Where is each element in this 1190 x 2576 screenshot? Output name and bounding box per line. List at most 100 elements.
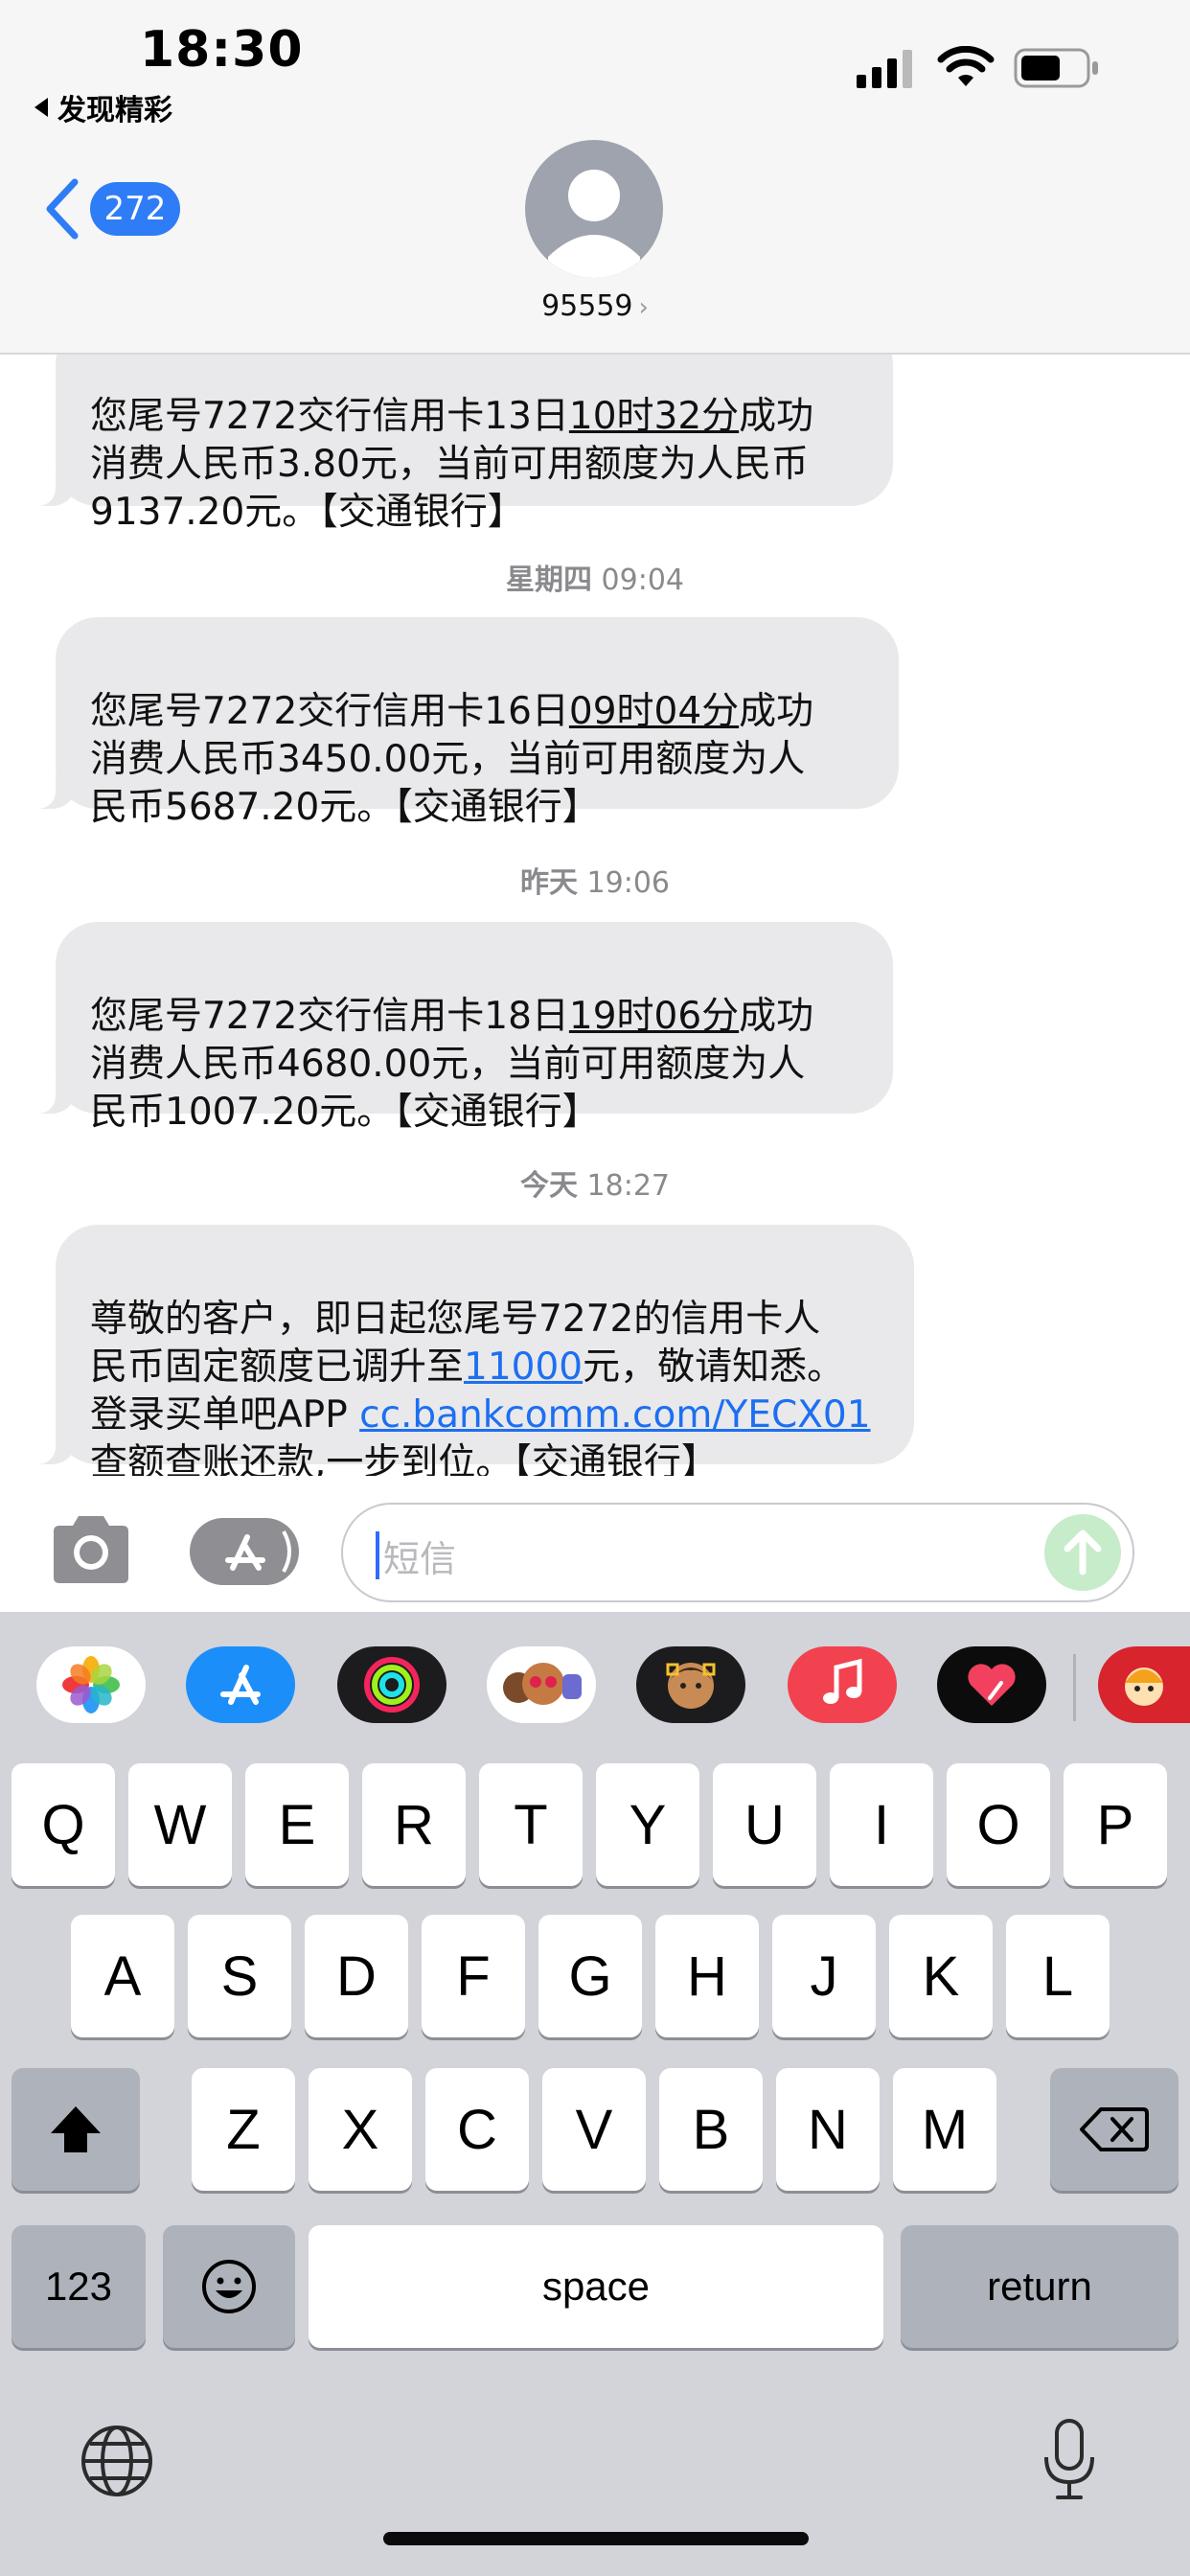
app-drawer-divider [1073,1654,1076,1721]
timestamp-time: 18:27 [578,1169,670,1203]
sticker-app-button[interactable] [1098,1646,1190,1723]
status-time: 18:30 [140,21,304,79]
key-b[interactable]: B [659,2068,763,2191]
message-input[interactable]: 短信 [341,1503,1134,1602]
key-a[interactable]: A [71,1915,174,2037]
message-4-line2-post: 元，敬请知悉。 [583,1346,845,1389]
key-m[interactable]: M [893,2068,996,2191]
key-q[interactable]: Q [11,1763,115,1886]
key-j[interactable]: J [772,1915,876,2037]
message-4-line4: 查额查账还款,一步到位。【交通银行】 [90,1441,719,1476]
key-l[interactable]: L [1006,1915,1110,2037]
message-bubble-2[interactable]: 您尾号7272交行信用卡16日09时04分成功 消费人民币3450.00元，当前… [29,617,899,829]
wifi-icon [937,46,995,86]
app-store-app-button[interactable] [186,1646,295,1723]
timestamp-2: 昨天 19:06 [0,859,1190,901]
app-store-button[interactable] [190,1518,299,1585]
key-o[interactable]: O [947,1763,1050,1886]
key-t[interactable]: T [479,1763,583,1886]
microphone-icon[interactable] [1039,2417,1100,2503]
chevron-left-icon [46,178,79,240]
contact-avatar[interactable] [525,140,663,278]
contact-name-button[interactable]: 95559 › [0,289,1190,323]
back-button[interactable]: 272 [44,178,180,240]
globe-icon[interactable] [79,2423,155,2499]
shift-key[interactable] [11,2068,140,2191]
key-p[interactable]: P [1064,1763,1167,1886]
message-2-line1-post: 成功 [739,690,814,733]
key-n[interactable]: N [776,2068,880,2191]
delete-key[interactable] [1050,2068,1179,2191]
keyboard: QWERTYUIOP ASDFGHJKL ZXCVBNM 123 space r… [0,1612,1190,2576]
message-1-rest: 消费人民币3.80元，当前可用额度为人民币 9137.20元。【交通银行】 [90,443,809,534]
conversation-header: 18:30 发现精彩 272 95559 › [0,0,1190,355]
back-to-app-button[interactable]: 发现精彩 [34,86,172,128]
timestamp-3: 今天 18:27 [0,1162,1190,1204]
key-w[interactable]: W [128,1763,232,1886]
return-key[interactable]: return [901,2225,1179,2348]
key-x[interactable]: X [309,2068,412,2191]
message-bubble-4[interactable]: 尊敬的客户，即日起您尾号7272的信用卡人 民币固定额度已调升至11000元，敬… [29,1225,914,1476]
timestamp-day: 今天 [520,1169,578,1203]
app-store-icon [225,1530,291,1573]
timestamp-day: 昨天 [520,866,578,900]
home-indicator[interactable] [383,2532,809,2545]
key-z[interactable]: Z [192,2068,295,2191]
delete-backspace-icon [1080,2107,1149,2151]
photos-app-button[interactable] [36,1646,146,1723]
animoji-app-button[interactable] [636,1646,745,1723]
message-1-time-link[interactable]: 10时32分 [569,395,739,438]
message-1-line1-post: 成功 [739,395,814,438]
numbers-key[interactable]: 123 [11,2225,146,2348]
amount-link[interactable]: 11000 [464,1346,583,1389]
timestamp-day: 星期四 [506,564,592,597]
url-link[interactable]: cc.bankcomm.com/YECX01 [359,1393,870,1437]
message-2-time-link[interactable]: 09时04分 [569,690,739,733]
key-f[interactable]: F [422,1915,525,2037]
digital-touch-icon [968,1664,1016,1706]
key-y[interactable]: Y [596,1763,699,1886]
key-e[interactable]: E [245,1763,349,1886]
message-4-line1: 尊敬的客户，即日起您尾号7272的信用卡人 [90,1298,821,1341]
key-h[interactable]: H [655,1915,759,2037]
key-r[interactable]: R [362,1763,466,1886]
unread-count-badge: 272 [90,182,180,236]
space-key[interactable]: space [309,2225,883,2348]
key-c[interactable]: C [425,2068,529,2191]
key-u[interactable]: U [713,1763,816,1886]
message-bubble-3[interactable]: 您尾号7272交行信用卡18日19时06分成功 消费人民币4680.00元，当前… [29,922,893,1134]
message-2-line1-pre: 您尾号7272交行信用卡16日 [90,690,569,733]
camera-icon[interactable] [48,1514,134,1585]
music-icon [823,1658,862,1704]
back-triangle-icon [34,98,48,117]
activity-app-button[interactable] [337,1646,446,1723]
cellular-signal-icon [857,50,912,88]
digital-touch-app-button[interactable] [937,1646,1046,1723]
key-d[interactable]: D [305,1915,408,2037]
key-i[interactable]: I [830,1763,933,1886]
chevron-right-icon: › [638,293,649,322]
music-app-button[interactable] [788,1646,897,1723]
person-icon [548,170,640,278]
memoji-stickers-app-button[interactable] [487,1646,596,1723]
key-g[interactable]: G [538,1915,642,2037]
key-s[interactable]: S [188,1915,291,2037]
emoji-key[interactable] [163,2225,295,2348]
send-button[interactable] [1044,1514,1121,1591]
photos-icon [62,1656,120,1714]
arrow-up-icon [1064,1530,1102,1576]
timestamp-time: 09:04 [592,564,684,597]
app-store-icon [220,1665,261,1705]
contact-name: 95559 [541,289,633,323]
key-v[interactable]: V [542,2068,646,2191]
message-input-placeholder: 短信 [383,1538,457,1580]
message-4-line2-pre: 民币固定额度已调升至 [90,1346,465,1389]
animoji-icon [666,1663,716,1709]
message-4-line3-pre: 登录买单吧APP [90,1393,360,1437]
memoji-stickers-icon [503,1663,582,1705]
message-3-time-link[interactable]: 19时06分 [569,995,739,1038]
message-3-line1-post: 成功 [739,995,814,1038]
sticker-face-icon [1125,1668,1163,1706]
timestamp-1: 星期四 09:04 [0,556,1190,598]
key-k[interactable]: K [889,1915,993,2037]
